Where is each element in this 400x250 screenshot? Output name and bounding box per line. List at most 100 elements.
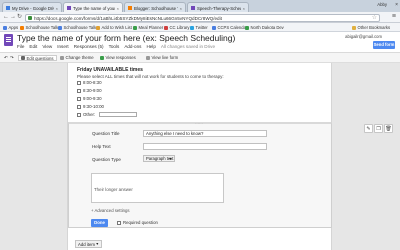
bookmark-item[interactable]: Twitter: [190, 25, 208, 30]
change-theme-button[interactable]: Change theme: [60, 55, 94, 60]
browser-menu-icon[interactable]: ≡: [392, 13, 396, 21]
tab-label: Speech-Therapy-Schedu: [197, 5, 241, 11]
form-title[interactable]: Type the name of your form here (ex: Spe…: [17, 33, 235, 43]
tab-blogger[interactable]: Blogger: Schoolhouse Ta ×: [124, 2, 186, 12]
checkbox-option[interactable]: 9:30-10:00: [77, 104, 104, 109]
checkbox-option[interactable]: 8:30-9:00: [77, 88, 102, 93]
menu-help[interactable]: Help: [146, 44, 155, 49]
checkbox[interactable]: [77, 80, 81, 85]
menu-view[interactable]: View: [42, 44, 52, 49]
send-form-button[interactable]: Send form: [373, 41, 395, 49]
question-actions: ✎ ❐ 🗑: [364, 124, 393, 133]
checkbox[interactable]: [117, 220, 121, 225]
close-icon[interactable]: ×: [243, 6, 245, 11]
close-icon[interactable]: ×: [117, 6, 119, 11]
blogger-icon: [20, 25, 24, 30]
checkbox-option[interactable]: 9:00-9:30: [77, 96, 102, 101]
chevron-down-icon: ▼: [95, 242, 99, 246]
question-title: Friday UNAVAILABLE times: [77, 67, 143, 73]
question-title-label: Question Title: [92, 131, 120, 136]
bookmarks-bar: Apps Schoolhouse Talk Schoolhouse Talk A…: [0, 23, 400, 32]
chevron-down-icon: ▼: [168, 157, 172, 161]
theme-icon: [60, 55, 64, 60]
browser-toolbar: ← → ↻ https://docs.google.com/forms/d/1a…: [0, 12, 400, 23]
menu-edit[interactable]: Edit: [29, 44, 37, 49]
forms-logo-icon[interactable]: [4, 34, 13, 46]
blogger-favicon-icon: [128, 6, 132, 10]
checkbox[interactable]: [77, 88, 81, 93]
bookmark-item[interactable]: Meal Planner: [133, 25, 163, 30]
required-question-toggle[interactable]: Required question: [117, 220, 158, 225]
back-arrow-icon[interactable]: ←: [3, 14, 9, 21]
add-item-button[interactable]: Add item ▼: [75, 240, 102, 248]
address-bar[interactable]: https://docs.google.com/forms/d/1aBhLi4b…: [25, 13, 380, 22]
checkbox[interactable]: [77, 112, 81, 117]
question-type-label: Question Type: [92, 157, 121, 162]
reload-icon[interactable]: ↻: [17, 14, 22, 21]
url-text: https://docs.google.com/forms/d/1aBhLi4b…: [34, 15, 222, 21]
question-help: Please select ALL times that will not wo…: [77, 73, 224, 79]
bookmark-item[interactable]: CC Library: [164, 25, 190, 30]
question-type-select[interactable]: Paragraph text ▼: [143, 155, 175, 162]
checkbox-option[interactable]: 8:00-8:30: [77, 80, 102, 85]
menu-addons[interactable]: Add-ons: [124, 44, 141, 49]
bookmark-item[interactable]: Schoolhouse Talk: [20, 25, 58, 30]
question-preview[interactable]: Friday UNAVAILABLE times Please select A…: [77, 67, 224, 79]
view-responses-button[interactable]: View responses: [100, 55, 136, 60]
other-input[interactable]: [99, 112, 138, 117]
tab-label: Blogger: Schoolhouse Ta: [134, 5, 178, 11]
twitter-icon: [190, 25, 194, 30]
tab-label: Type the name of your fo: [73, 5, 115, 11]
bookmark-star-icon[interactable]: ☆: [372, 15, 377, 21]
amazon-icon: [96, 25, 100, 30]
close-icon[interactable]: ×: [180, 6, 182, 11]
apps-icon: [3, 25, 7, 30]
close-icon[interactable]: ×: [56, 6, 58, 11]
duplicate-icon[interactable]: ❐: [374, 124, 383, 133]
bookmark-item[interactable]: CCPS Calendar: [212, 25, 247, 30]
question-title-input[interactable]: Anything else I need to know?: [143, 130, 267, 137]
redo-icon[interactable]: ↷: [10, 55, 14, 61]
window-close-icon[interactable]: ×: [395, 2, 398, 8]
bookmark-icon: [164, 25, 168, 30]
tab-forms[interactable]: Type the name of your fo ×: [63, 2, 123, 12]
bookmark-item[interactable]: Add to Wish List: [96, 25, 132, 30]
live-form-icon: [146, 55, 150, 60]
tab-my-drive[interactable]: My Drive - Google Drive ×: [2, 2, 62, 12]
advanced-settings-link[interactable]: + Advanced settings: [91, 208, 130, 213]
save-status: All changes saved in Drive: [160, 44, 216, 49]
browser-user-name[interactable]: Abby: [377, 2, 387, 7]
bookmark-other[interactable]: Other Bookmarks: [352, 25, 390, 30]
user-email[interactable]: abigailr@gmail.com: [345, 34, 382, 39]
bookmark-icon: [133, 25, 137, 30]
menu-bar: File Edit View Insert Responses (5) Tool…: [17, 44, 215, 49]
bookmark-apps[interactable]: Apps: [3, 25, 18, 30]
checkbox[interactable]: [77, 96, 81, 101]
forward-arrow-icon[interactable]: →: [10, 14, 16, 21]
edit-pencil-icon[interactable]: ✎: [364, 124, 373, 133]
tab-speech-therapy[interactable]: Speech-Therapy-Schedu ×: [187, 2, 249, 12]
menu-tools[interactable]: Tools: [109, 44, 120, 49]
help-text-input[interactable]: [143, 143, 267, 150]
lock-icon: [28, 16, 32, 20]
undo-icon[interactable]: ↶: [4, 55, 8, 61]
view-live-form-button[interactable]: View live form: [146, 55, 178, 60]
forms-favicon-icon: [67, 6, 71, 10]
menu-insert[interactable]: Insert: [57, 44, 69, 49]
bookmark-icon: [245, 25, 249, 30]
bookmark-item[interactable]: North Dakota Dev: [245, 25, 284, 30]
folder-icon: [352, 25, 356, 30]
drag-handle-icon[interactable]: ⋯⋯: [195, 122, 203, 126]
drive-favicon-icon: [6, 6, 10, 10]
checkbox[interactable]: [77, 104, 81, 109]
bookmark-icon: [58, 25, 62, 30]
delete-icon[interactable]: 🗑: [384, 124, 393, 133]
app-header: Type the name of your form here (ex: Spe…: [0, 32, 400, 53]
menu-responses[interactable]: Responses (5): [74, 44, 104, 49]
edit-questions-button[interactable]: Edit questions: [18, 55, 57, 61]
bookmark-item[interactable]: Schoolhouse Talk: [58, 25, 96, 30]
checkbox-option-other[interactable]: Other:: [77, 112, 138, 117]
done-button[interactable]: Done: [91, 219, 108, 227]
menu-file[interactable]: File: [17, 44, 24, 49]
edit-icon: [21, 56, 25, 60]
